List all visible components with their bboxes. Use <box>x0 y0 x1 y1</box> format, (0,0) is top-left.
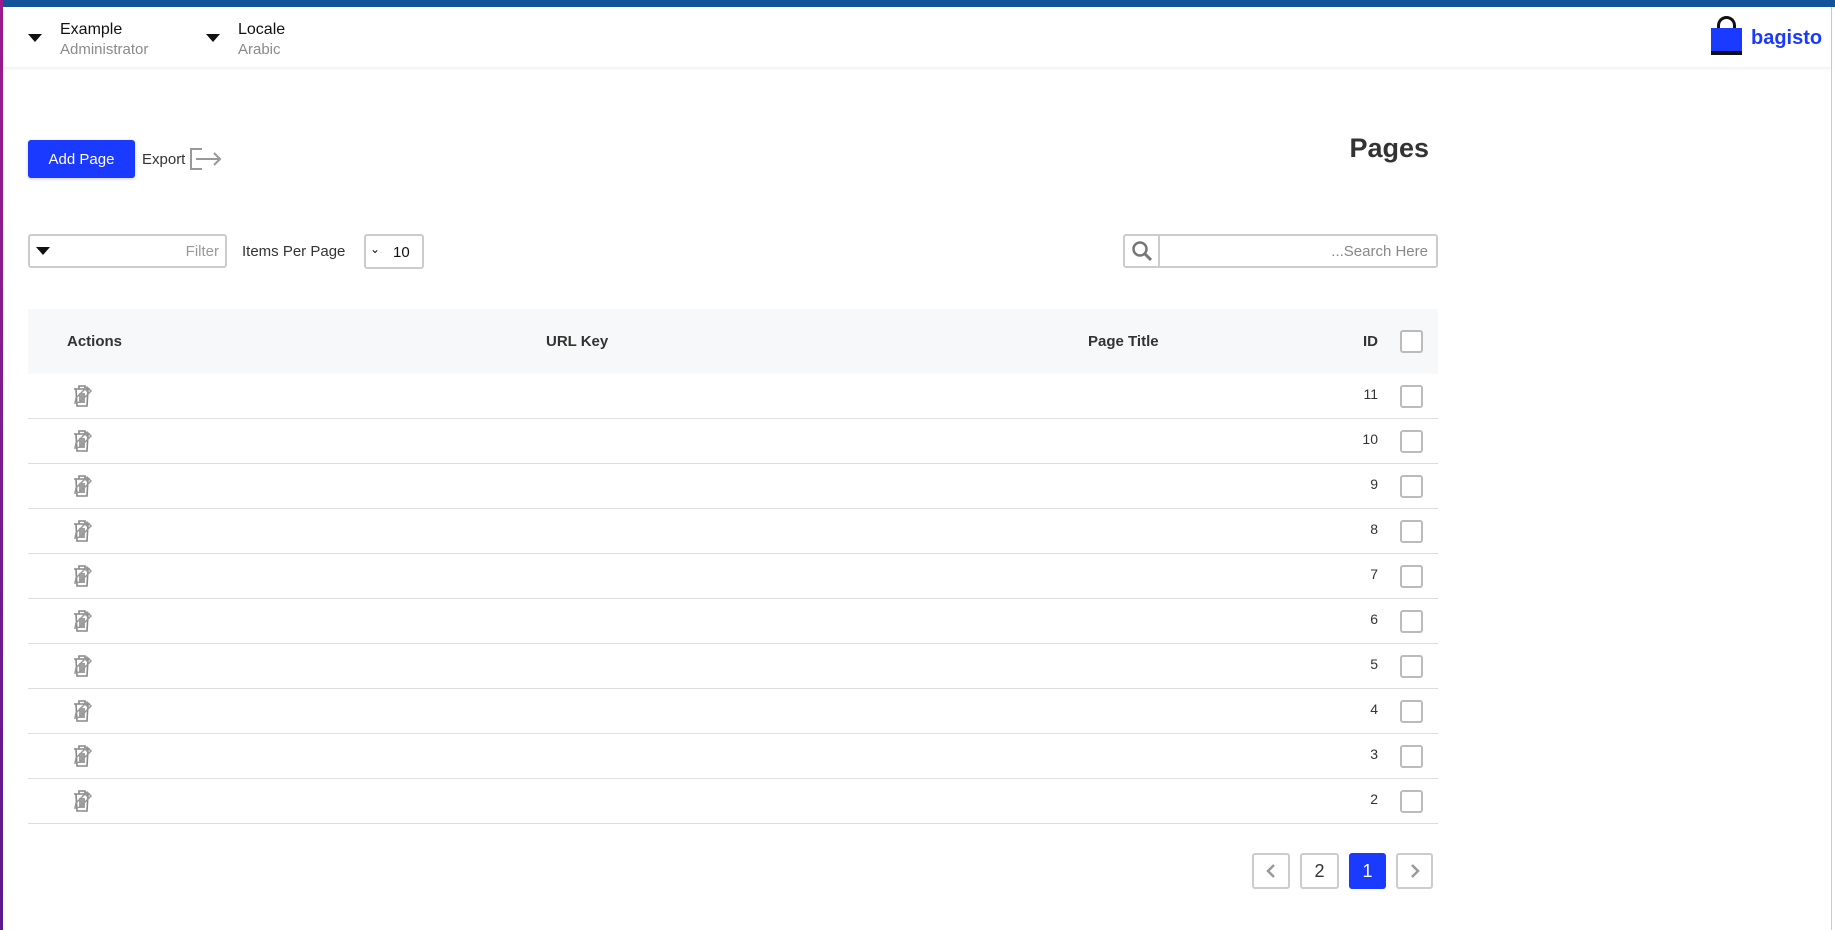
page-2-button[interactable]: 2 <box>1300 853 1339 889</box>
page-title: Pages <box>1349 133 1429 163</box>
row-checkbox[interactable] <box>1400 385 1423 408</box>
add-page-button[interactable]: Add Page <box>28 140 135 178</box>
table-row: 7 <box>28 554 1438 599</box>
user-role: Administrator <box>60 41 149 58</box>
row-checkbox[interactable] <box>1400 655 1423 678</box>
items-per-page-label: Items Per Page <box>242 243 346 260</box>
pencil-icon[interactable] <box>72 384 94 411</box>
cell-id: 8 <box>1370 521 1378 537</box>
export-icon <box>190 148 222 170</box>
chevron-down-icon: ⌄ <box>370 242 381 256</box>
table-row: 11 <box>28 374 1438 419</box>
pencil-icon[interactable] <box>72 654 94 681</box>
export-button[interactable]: Export <box>142 147 223 171</box>
table-row: 6 <box>28 599 1438 644</box>
page-1-button[interactable]: 1 <box>1349 853 1386 889</box>
table-row: 8 <box>28 509 1438 554</box>
pencil-icon[interactable] <box>72 474 94 501</box>
table-row: 3 <box>28 734 1438 779</box>
cell-id: 3 <box>1370 746 1378 762</box>
locale-dropdown[interactable]: Locale Arabic <box>206 20 285 59</box>
chevron-left-icon <box>1266 864 1275 878</box>
row-checkbox[interactable] <box>1400 745 1423 768</box>
caret-down-icon <box>28 34 42 42</box>
pencil-icon[interactable] <box>72 564 94 591</box>
next-page-button[interactable] <box>1396 853 1433 889</box>
row-checkbox[interactable] <box>1400 430 1423 453</box>
column-id[interactable]: ID <box>1363 333 1378 350</box>
row-checkbox[interactable] <box>1400 475 1423 498</box>
logo[interactable]: bagisto <box>1711 16 1822 58</box>
row-checkbox[interactable] <box>1400 700 1423 723</box>
user-name: Example <box>60 21 123 38</box>
table-row: 9 <box>28 464 1438 509</box>
row-checkbox[interactable] <box>1400 790 1423 813</box>
select-all-checkbox[interactable] <box>1400 330 1423 353</box>
cell-id: 4 <box>1370 701 1378 717</box>
pencil-icon[interactable] <box>72 699 94 726</box>
items-per-page-value: 10 <box>393 244 410 261</box>
table-body: 11 10 9 8 7 6 5 4 3 2 <box>28 374 1438 824</box>
pencil-icon[interactable] <box>72 609 94 636</box>
shopping-bag-icon <box>1711 16 1742 58</box>
top-accent-bar <box>0 0 1835 7</box>
cell-id: 5 <box>1370 656 1378 672</box>
column-url-key[interactable]: URL Key <box>546 333 608 350</box>
column-actions: Actions <box>67 333 123 350</box>
caret-down-icon <box>206 34 220 42</box>
caret-down-icon <box>36 247 50 255</box>
left-accent-bar <box>0 0 3 930</box>
logo-text: bagisto <box>1751 26 1823 49</box>
cell-id: 7 <box>1370 566 1378 582</box>
prev-page-button[interactable] <box>1252 853 1290 889</box>
pages-table: Actions URL Key Page Title ID 11 10 9 8 <box>28 309 1438 824</box>
header: Example Administrator Locale Arabic bagi… <box>3 7 1831 67</box>
user-dropdown[interactable]: Example Administrator <box>28 20 148 59</box>
table-row: 5 <box>28 644 1438 689</box>
table-row: 2 <box>28 779 1438 824</box>
filter-placeholder: Filter <box>185 243 219 260</box>
row-checkbox[interactable] <box>1400 610 1423 633</box>
cell-id: 11 <box>1363 386 1378 402</box>
items-per-page-select[interactable]: ⌄ 10 <box>364 234 424 269</box>
search-input[interactable] <box>1160 236 1436 266</box>
table-row: 10 <box>28 419 1438 464</box>
filter-dropdown[interactable]: Filter <box>28 234 227 268</box>
chevron-right-icon <box>1410 864 1420 878</box>
locale-label: Locale <box>238 21 286 38</box>
pencil-icon[interactable] <box>72 519 94 546</box>
search-box <box>1123 234 1438 268</box>
table-header: Actions URL Key Page Title ID <box>28 309 1438 374</box>
column-page-title[interactable]: Page Title <box>1088 333 1159 350</box>
cell-id: 9 <box>1370 476 1378 492</box>
row-checkbox[interactable] <box>1400 520 1423 543</box>
pencil-icon[interactable] <box>72 744 94 771</box>
pencil-icon[interactable] <box>72 789 94 816</box>
table-row: 4 <box>28 689 1438 734</box>
search-icon[interactable] <box>1125 236 1160 266</box>
row-checkbox[interactable] <box>1400 565 1423 588</box>
right-divider <box>1831 7 1832 930</box>
export-label: Export <box>142 150 186 168</box>
cell-id: 6 <box>1370 611 1378 627</box>
locale-value: Arabic <box>238 41 281 58</box>
pencil-icon[interactable] <box>72 429 94 456</box>
cell-id: 10 <box>1362 431 1378 447</box>
cell-id: 2 <box>1370 791 1378 807</box>
